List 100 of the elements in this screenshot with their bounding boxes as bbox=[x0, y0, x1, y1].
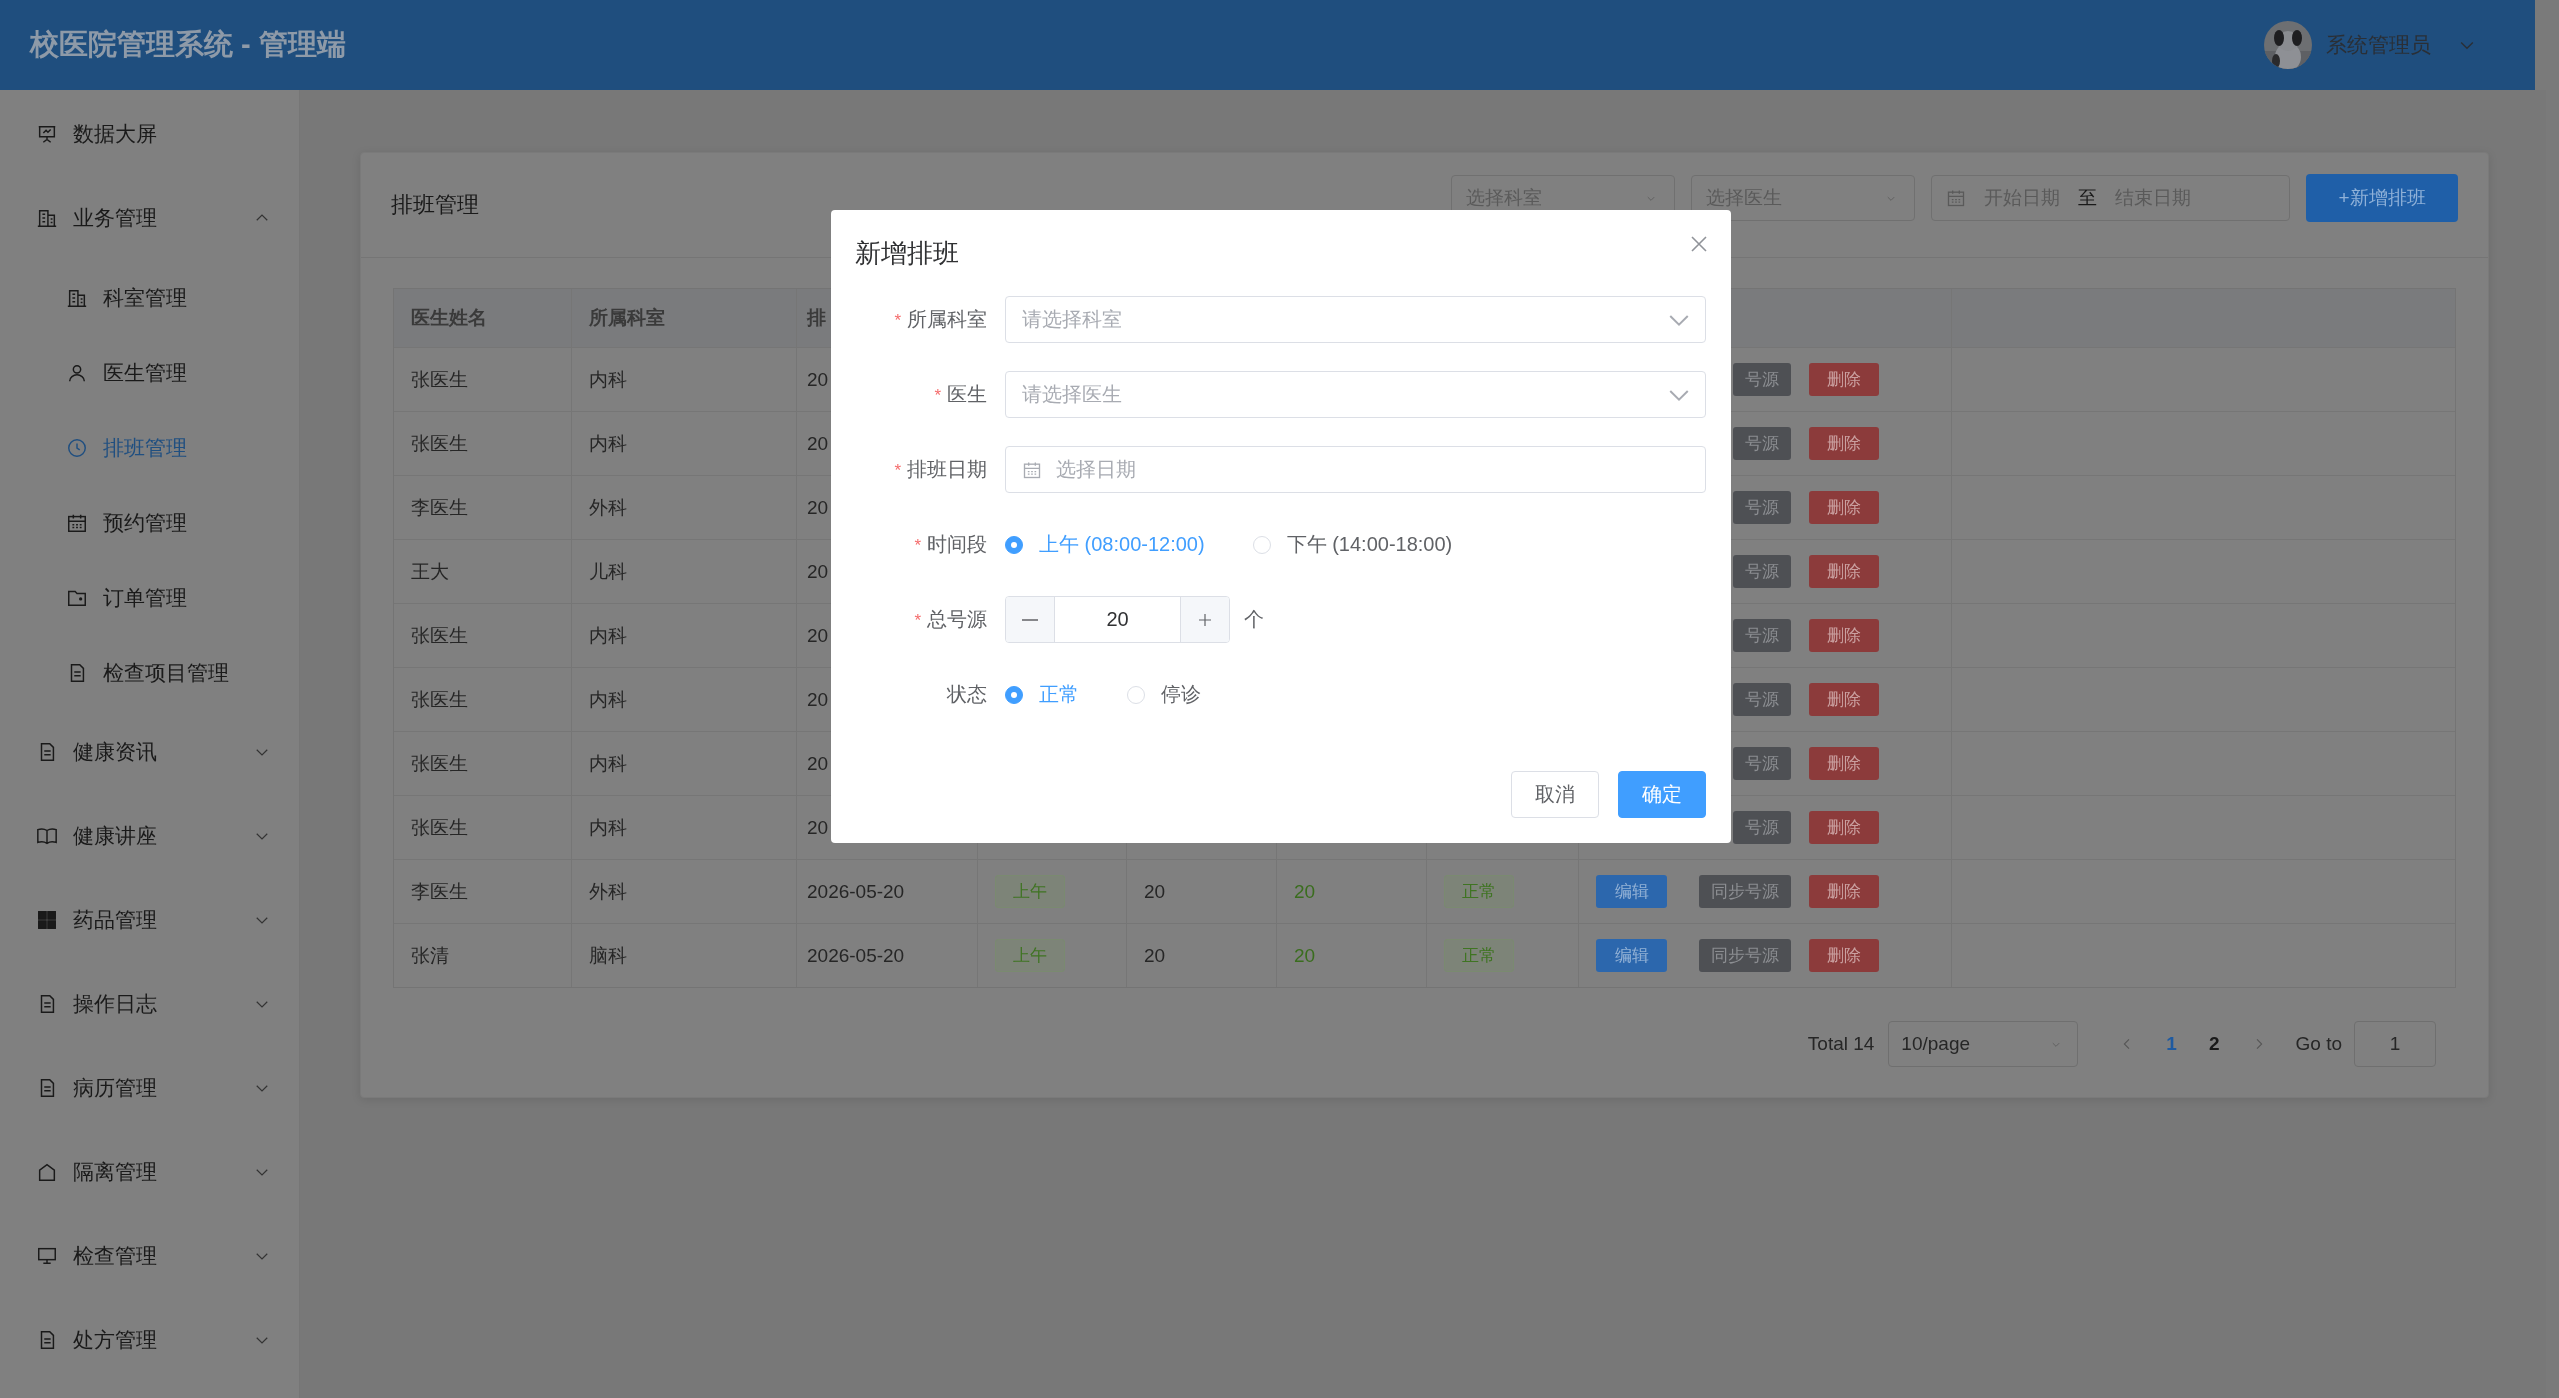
menu-item[interactable]: 健康讲座 bbox=[0, 794, 299, 878]
edit-button[interactable]: 编辑 bbox=[1596, 875, 1667, 908]
sync-button[interactable]: 同步号源 bbox=[1699, 939, 1791, 972]
delete-button[interactable]: 删除 bbox=[1809, 363, 1879, 396]
unit-label: 个 bbox=[1244, 607, 1264, 632]
menu-item[interactable]: 数据大屏 bbox=[0, 92, 299, 176]
select-field[interactable]: 请选择医生 bbox=[1005, 371, 1706, 418]
sync-button[interactable]: 号源 bbox=[1733, 747, 1791, 780]
status-tag: 正常 bbox=[1444, 939, 1514, 972]
radio-option[interactable]: 上午 (08:00-12:00) bbox=[1005, 531, 1205, 558]
page-size-select[interactable]: 10/page bbox=[1888, 1021, 2079, 1067]
menu-item[interactable]: 订单管理 bbox=[0, 560, 299, 635]
sync-button[interactable]: 同步号源 bbox=[1699, 875, 1791, 908]
page-title: 排班管理 bbox=[391, 191, 479, 219]
table-cell: 内科 bbox=[572, 668, 797, 731]
status-tag: 正常 bbox=[1444, 875, 1514, 908]
column-header: 医生姓名 bbox=[394, 289, 572, 347]
table-cell: 脑科 bbox=[572, 924, 797, 987]
table-cell: 2026-05-20 bbox=[797, 860, 978, 923]
dialog-title: 新增排班 bbox=[855, 237, 959, 270]
sync-button[interactable]: 号源 bbox=[1733, 683, 1791, 716]
sync-button[interactable]: 号源 bbox=[1733, 555, 1791, 588]
table-cell: 张医生 bbox=[394, 668, 572, 731]
required-mark: * bbox=[914, 611, 921, 630]
menu-item[interactable]: 预约管理 bbox=[0, 485, 299, 560]
radio-option[interactable]: 正常 bbox=[1005, 681, 1079, 708]
sync-button[interactable]: 号源 bbox=[1733, 619, 1791, 652]
goto-label: Go to bbox=[2295, 1033, 2342, 1055]
menu-item[interactable]: 医生管理 bbox=[0, 335, 299, 410]
delete-button[interactable]: 删除 bbox=[1809, 427, 1879, 460]
table-cell: 20 bbox=[1277, 860, 1427, 923]
column-header: 所属科室 bbox=[572, 289, 797, 347]
menu-item[interactable]: 隔离管理 bbox=[0, 1130, 299, 1214]
time-slot-tag: 上午 bbox=[995, 939, 1065, 972]
total-count: Total 14 bbox=[1807, 1033, 1875, 1055]
table-cell: 内科 bbox=[572, 348, 797, 411]
clock-icon bbox=[66, 436, 88, 459]
book-icon bbox=[36, 825, 58, 847]
delete-button[interactable]: 删除 bbox=[1809, 811, 1879, 844]
menu-item[interactable]: 操作日志 bbox=[0, 962, 299, 1046]
delete-button[interactable]: 删除 bbox=[1809, 747, 1879, 780]
edit-button[interactable]: 编辑 bbox=[1596, 939, 1667, 972]
delete-button[interactable]: 删除 bbox=[1809, 875, 1879, 908]
calendar-icon bbox=[1946, 188, 1966, 208]
grid-icon bbox=[36, 909, 58, 931]
menu-item[interactable]: 科室管理 bbox=[0, 260, 299, 335]
number-stepper[interactable]: 20 bbox=[1005, 596, 1230, 643]
table-cell: 内科 bbox=[572, 732, 797, 795]
delete-button[interactable]: 删除 bbox=[1809, 491, 1879, 524]
table-cell: 20 bbox=[1277, 924, 1427, 987]
table-cell: 外科 bbox=[572, 476, 797, 539]
cancel-button[interactable]: 取消 bbox=[1511, 771, 1599, 818]
house-icon bbox=[36, 1161, 58, 1183]
menu-item[interactable]: 检查管理 bbox=[0, 1214, 299, 1298]
delete-button[interactable]: 删除 bbox=[1809, 619, 1879, 652]
menu-item[interactable]: 排班管理 bbox=[0, 410, 299, 485]
minus-icon bbox=[1022, 618, 1038, 621]
menu-item[interactable]: 业务管理 bbox=[0, 176, 299, 260]
table-cell: 内科 bbox=[572, 604, 797, 667]
presentation-board-icon bbox=[36, 123, 58, 145]
table-cell: 王大 bbox=[394, 540, 572, 603]
delete-button[interactable]: 删除 bbox=[1809, 939, 1879, 972]
date-field[interactable]: 选择日期 bbox=[1005, 446, 1706, 493]
increment-button[interactable] bbox=[1181, 597, 1229, 642]
table-cell: 李医生 bbox=[394, 476, 572, 539]
table-cell: 内科 bbox=[572, 796, 797, 859]
confirm-button[interactable]: 确定 bbox=[1618, 771, 1706, 818]
sync-button[interactable]: 号源 bbox=[1733, 427, 1791, 460]
table-cell: 2026-05-20 bbox=[797, 924, 978, 987]
table-cell: 张医生 bbox=[394, 732, 572, 795]
sync-button[interactable]: 号源 bbox=[1733, 811, 1791, 844]
add-schedule-button[interactable]: +新增排班 bbox=[2306, 174, 2458, 222]
table-cell: 内科 bbox=[572, 412, 797, 475]
monitor-icon bbox=[36, 1245, 58, 1267]
sync-button[interactable]: 号源 bbox=[1733, 363, 1791, 396]
table-cell: 李医生 bbox=[394, 860, 572, 923]
table-cell: 外科 bbox=[572, 860, 797, 923]
table-cell: 20 bbox=[1127, 860, 1277, 923]
menu-item[interactable]: 健康资讯 bbox=[0, 710, 299, 794]
menu-item[interactable]: 病历管理 bbox=[0, 1046, 299, 1130]
table-cell: 20 bbox=[1127, 924, 1277, 987]
range-separator: 至 bbox=[2078, 186, 2097, 210]
goto-page-field[interactable]: 1 bbox=[2354, 1021, 2436, 1067]
radio-option[interactable]: 下午 (14:00-18:00) bbox=[1252, 531, 1453, 558]
radio-option[interactable]: 停诊 bbox=[1127, 681, 1201, 708]
time-slot-tag: 上午 bbox=[995, 875, 1065, 908]
page-number[interactable]: 2 bbox=[2208, 1033, 2220, 1055]
delete-button[interactable]: 删除 bbox=[1809, 555, 1879, 588]
table-cell: 张医生 bbox=[394, 412, 572, 475]
page-number[interactable]: 1 bbox=[2166, 1033, 2177, 1055]
table-cell: 张清 bbox=[394, 924, 572, 987]
table-cell: 张医生 bbox=[394, 796, 572, 859]
delete-button[interactable]: 删除 bbox=[1809, 683, 1879, 716]
menu-item[interactable]: 检查项目管理 bbox=[0, 635, 299, 710]
menu-item[interactable]: 处方管理 bbox=[0, 1298, 299, 1382]
sync-button[interactable]: 号源 bbox=[1733, 491, 1791, 524]
select-field[interactable]: 请选择科室 bbox=[1005, 296, 1706, 343]
decrement-button[interactable] bbox=[1006, 597, 1054, 642]
menu-item[interactable]: 药品管理 bbox=[0, 878, 299, 962]
required-mark: * bbox=[934, 386, 941, 405]
